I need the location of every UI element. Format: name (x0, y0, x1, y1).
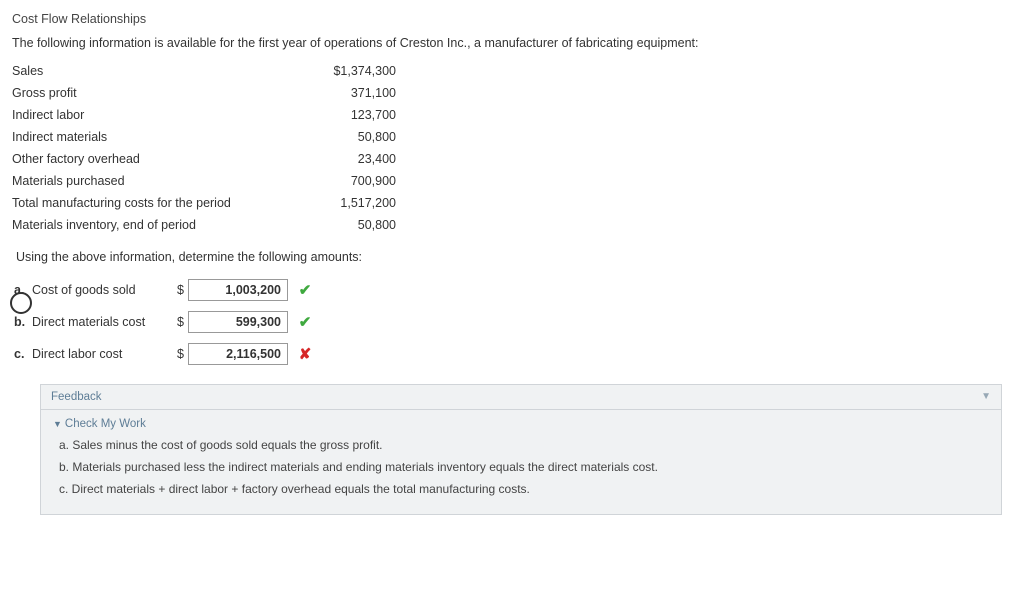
check-my-work-toggle[interactable]: ▼Check My Work (53, 418, 989, 430)
answers-table: a.Cost of goods sold$✔b.Direct materials… (12, 274, 316, 370)
answer-label: Direct labor cost (30, 338, 172, 370)
feedback-line: b. Materials purchased less the indirect… (59, 460, 989, 474)
check-icon: ✔ (296, 281, 314, 299)
data-row-label: Gross profit (12, 82, 292, 104)
data-row-label: Total manufacturing costs for the period (12, 192, 292, 214)
answer-letter: a. (12, 274, 30, 306)
data-row-value: 1,517,200 (292, 192, 402, 214)
answer-letter: b. (12, 306, 30, 338)
data-row-label: Indirect materials (12, 126, 292, 148)
data-row-value: $1,374,300 (292, 60, 402, 82)
data-row: Gross profit371,100 (12, 82, 402, 104)
data-row-label: Other factory overhead (12, 148, 292, 170)
data-row-value: 50,800 (292, 214, 402, 236)
intro-text: The following information is available f… (12, 36, 1012, 50)
data-row: Indirect labor123,700 (12, 104, 402, 126)
dollar-sign: $ (172, 274, 186, 306)
feedback-panel: Feedback ▼ ▼Check My Work a. Sales minus… (40, 384, 1002, 515)
answer-letter: c. (12, 338, 30, 370)
feedback-line: a. Sales minus the cost of goods sold eq… (59, 438, 989, 452)
question-prompt: Using the above information, determine t… (16, 250, 1012, 264)
check-icon: ✔ (296, 313, 314, 331)
data-row-value: 23,400 (292, 148, 402, 170)
given-data-table: Sales$1,374,300Gross profit371,100Indire… (12, 60, 402, 236)
data-row-label: Indirect labor (12, 104, 292, 126)
answer-label: Direct materials cost (30, 306, 172, 338)
data-row: Total manufacturing costs for the period… (12, 192, 402, 214)
data-row-label: Materials purchased (12, 170, 292, 192)
data-row: Materials purchased700,900 (12, 170, 402, 192)
answer-row: c.Direct labor cost$ ✘ (12, 338, 316, 370)
answer-row: a.Cost of goods sold$ ✔ (12, 274, 316, 306)
feedback-header[interactable]: Feedback ▼ (41, 385, 1001, 410)
data-row-value: 700,900 (292, 170, 402, 192)
data-row: Sales$1,374,300 (12, 60, 402, 82)
answer-row: b.Direct materials cost$ ✔ (12, 306, 316, 338)
answer-input[interactable] (188, 311, 288, 333)
dollar-sign: $ (172, 338, 186, 370)
page-title: Cost Flow Relationships (12, 12, 1012, 26)
dollar-sign: $ (172, 306, 186, 338)
data-row: Indirect materials50,800 (12, 126, 402, 148)
data-row-value: 50,800 (292, 126, 402, 148)
x-icon: ✘ (296, 345, 314, 363)
data-row-value: 123,700 (292, 104, 402, 126)
data-row: Other factory overhead23,400 (12, 148, 402, 170)
feedback-line: c. Direct materials + direct labor + fac… (59, 482, 989, 496)
data-row-label: Sales (12, 60, 292, 82)
answer-input[interactable] (188, 343, 288, 365)
data-row-label: Materials inventory, end of period (12, 214, 292, 236)
answer-input[interactable] (188, 279, 288, 301)
data-row: Materials inventory, end of period50,800 (12, 214, 402, 236)
answer-label: Cost of goods sold (30, 274, 172, 306)
collapse-icon: ▼ (981, 391, 991, 402)
data-row-value: 371,100 (292, 82, 402, 104)
chevron-down-icon: ▼ (53, 419, 62, 429)
check-my-work-label: Check My Work (65, 418, 146, 430)
feedback-header-label: Feedback (51, 391, 102, 403)
